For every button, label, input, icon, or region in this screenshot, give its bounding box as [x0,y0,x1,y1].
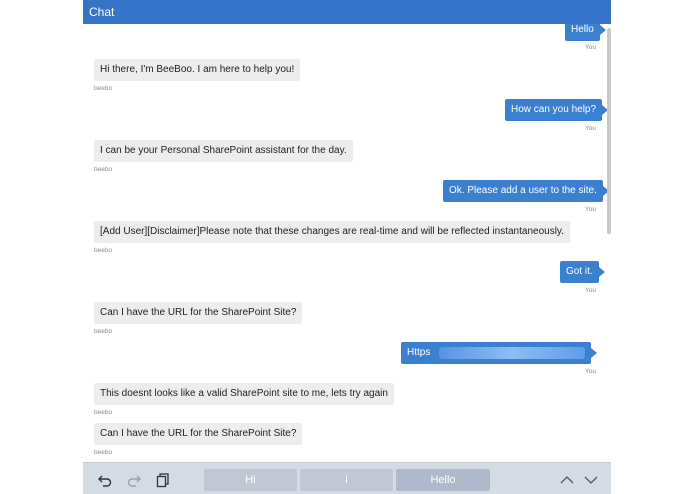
message-sender: beebo [94,449,113,456]
chevron-down-icon[interactable] [583,472,599,488]
message-sender: beebo [94,85,113,92]
message-bubble: Can I have the URL for the SharePoint Si… [94,423,303,445]
message-bubble: Https [401,342,597,364]
message-sender: You [585,206,596,213]
message-sender: beebo [94,247,113,254]
message-bubble: Got it. [560,261,605,283]
clipboard-icon[interactable] [155,472,171,488]
suggestion-hello[interactable]: Hello [396,469,490,491]
chevron-up-icon[interactable] [559,472,575,488]
message-sender: You [585,287,596,294]
message-bubble: Can I have the URL for the SharePoint Si… [94,302,303,324]
redo-icon[interactable] [126,472,142,488]
message-list[interactable]: Hello You Hi there, I'm BeeBoo. I am her… [83,24,607,462]
message-bubble: Hi there, I'm BeeBoo. I am here to help … [94,59,301,81]
message-sender: beebo [94,166,113,173]
redacted-url [439,347,585,359]
message-bubble: I can be your Personal SharePoint assist… [94,140,353,162]
message-bubble: Ok. Please add a user to the site. [443,180,607,202]
undo-icon[interactable] [97,472,113,488]
message-sender: beebo [94,328,113,335]
suggestion-hi[interactable]: Hi [204,469,297,491]
suggestion-i[interactable]: I [300,469,393,491]
message-bubble: How can you help? [505,99,607,121]
message-sender: beebo [94,409,113,416]
message-sender: You [585,368,596,375]
chat-title: Chat [89,5,115,19]
chat-header: Chat [83,0,611,24]
message-sender: You [585,44,596,51]
message-bubble: This doesnt looks like a valid SharePoin… [94,383,394,405]
message-bubble: Hello [565,24,606,41]
chat-panel: Chat Hello You Hi there, I'm BeeBoo. I a… [83,0,611,494]
message-sender: You [585,125,596,132]
scrollbar[interactable] [607,28,611,234]
keyboard-toolbar: Hi I Hello [83,462,611,494]
message-bubble: [Add User][Disclaimer]Please note that t… [94,221,570,243]
